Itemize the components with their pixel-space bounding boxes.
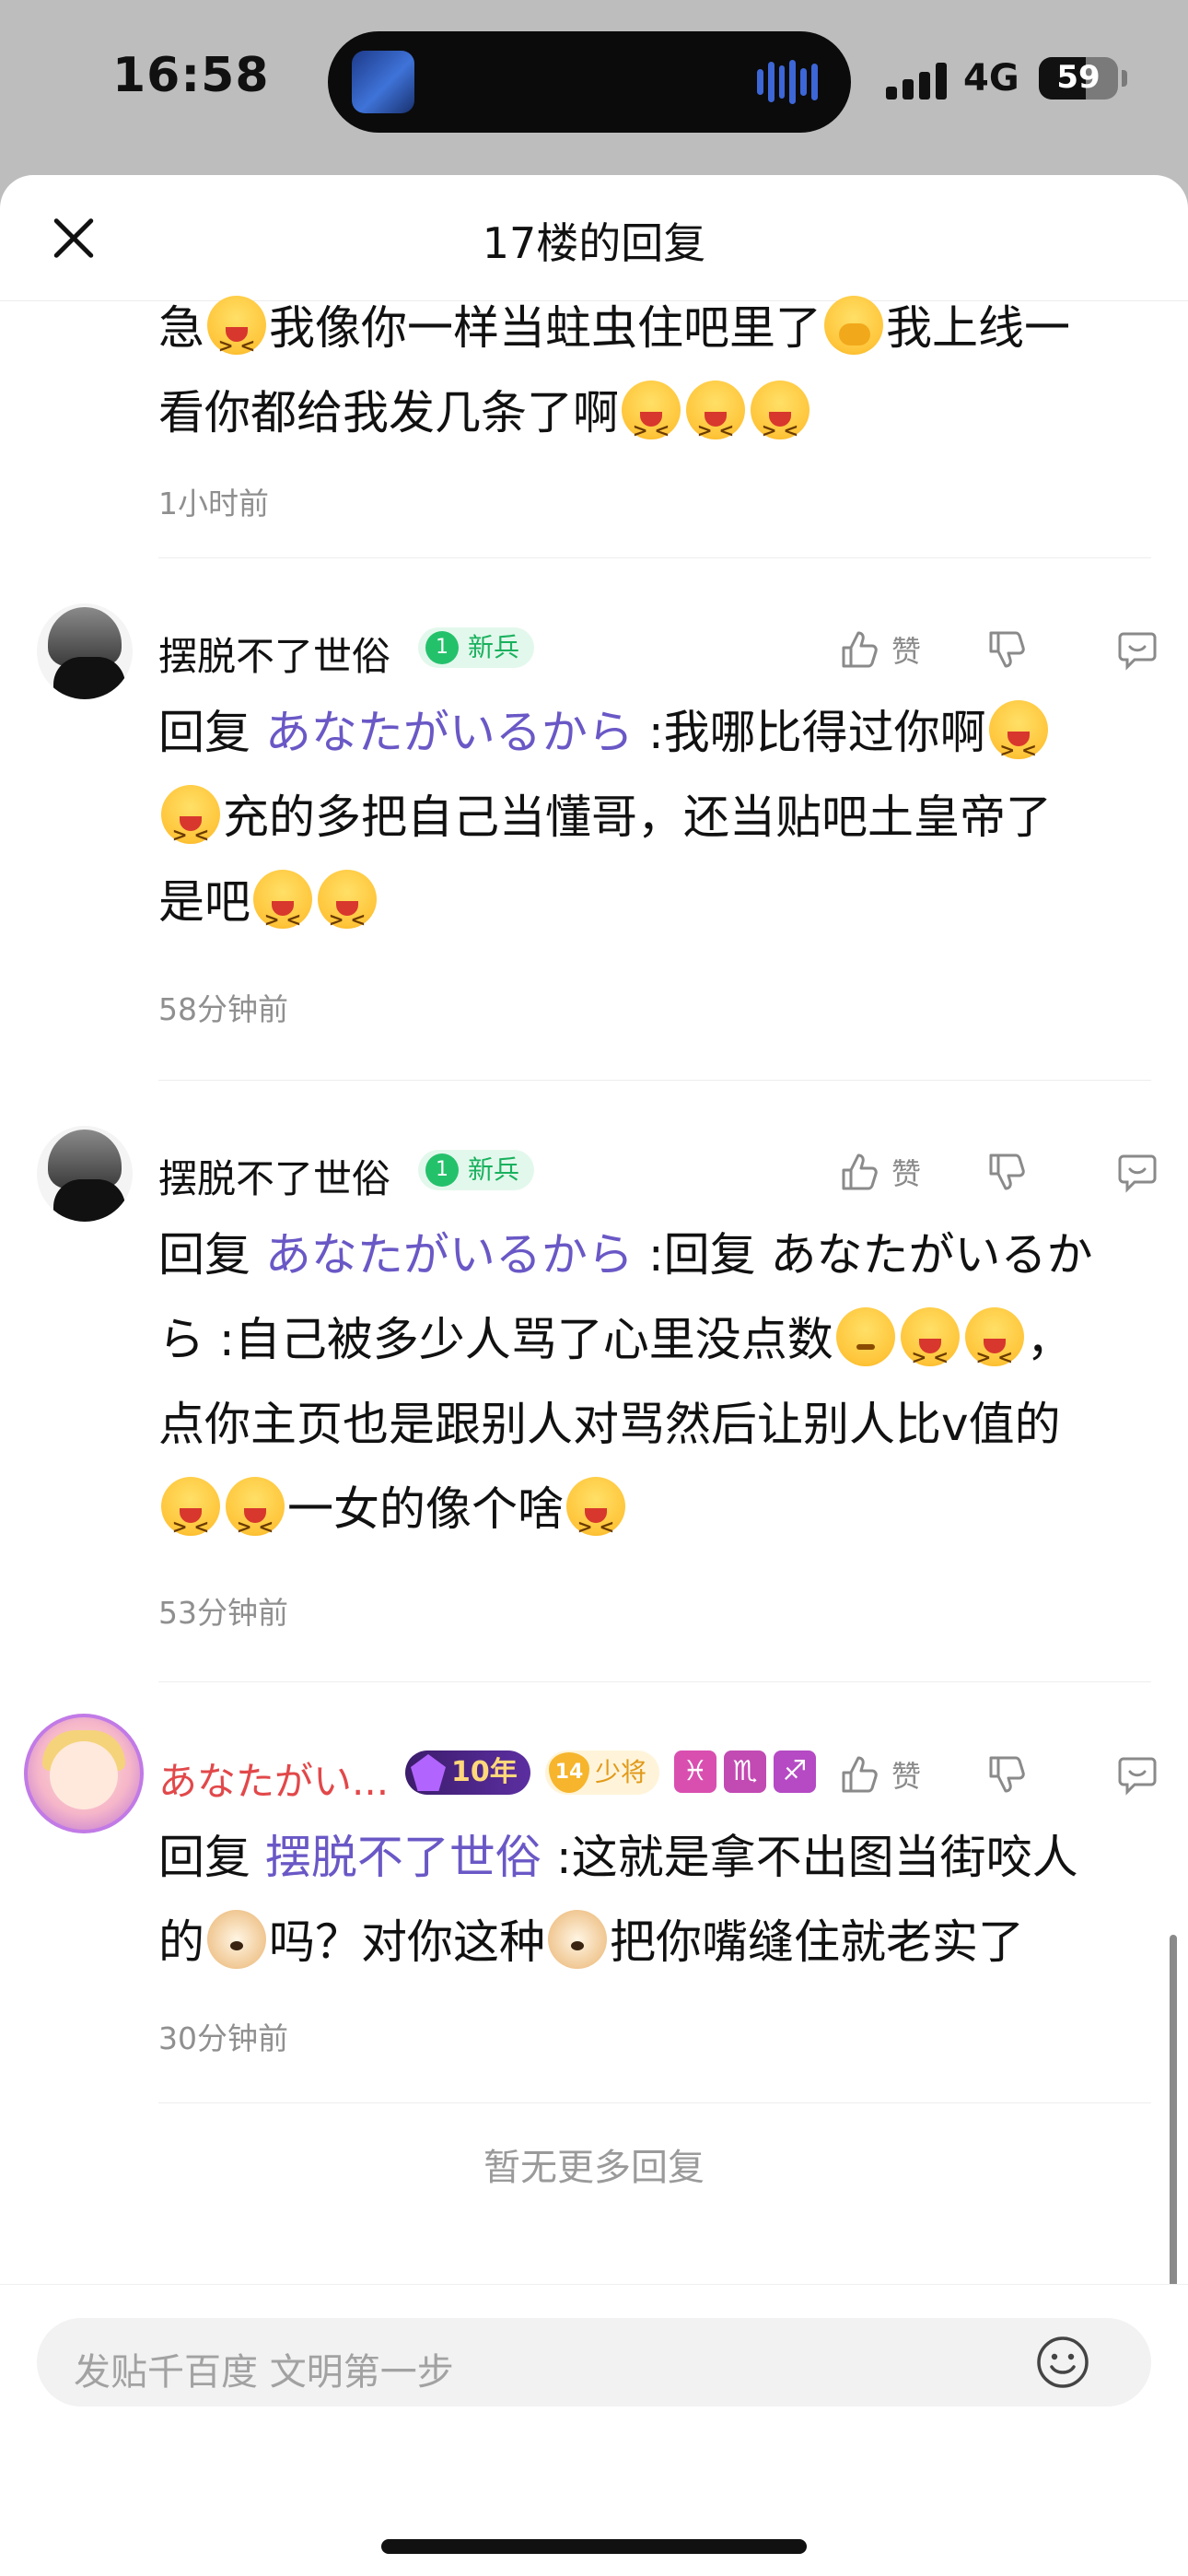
- comment-text: 回复 摆脱不了世俗 :这就是拿不出图当街咬人 的吗？对你这种 把你嘴缝住就老实了: [158, 1831, 1078, 1969]
- battery-percentage: 59: [1056, 59, 1101, 96]
- laugh-emoji-icon: [566, 1477, 625, 1569]
- avatar[interactable]: [37, 1126, 133, 1222]
- mention-link[interactable]: あなたがいるから: [265, 706, 634, 759]
- cover-mouth-emoji-icon: [824, 296, 883, 355]
- reply-icon: [1118, 1757, 1157, 1796]
- laugh-emoji-icon: [207, 296, 266, 388]
- scorpio-icon: ♏: [724, 1751, 766, 1793]
- laugh-emoji-icon: [161, 785, 220, 877]
- dislike-icon: [989, 631, 1025, 668]
- reply-icon: [1118, 1154, 1157, 1193]
- reply-icon: [1118, 632, 1157, 671]
- level-diamond-icon: 1: [425, 631, 459, 664]
- avatar[interactable]: [24, 1714, 144, 1833]
- battery-icon: 59: [1039, 57, 1118, 100]
- scrollbar[interactable]: [1170, 1935, 1177, 2314]
- laugh-emoji-icon: [226, 1477, 285, 1569]
- username[interactable]: あなたがい...: [158, 1751, 389, 1807]
- level-badge[interactable]: 1 新兵: [418, 1150, 535, 1190]
- comment-actions: 赞: [838, 624, 1188, 675]
- dislike-icon: [989, 1756, 1025, 1793]
- divider: [158, 2102, 1151, 2103]
- reply-button[interactable]: [1114, 624, 1160, 675]
- like-button[interactable]: 赞: [838, 624, 921, 675]
- home-indicator[interactable]: [381, 2539, 807, 2554]
- comment-time: 58分钟前: [158, 991, 288, 1027]
- laugh-emoji-icon: [900, 1307, 960, 1399]
- comment-text: 回复 あなたがいるから :我哪比得过你啊 充的多把自己当懂哥，还当贴吧土皇帝了 …: [158, 690, 1135, 962]
- gem-icon: [411, 1754, 446, 1791]
- status-bar: 16:58 4G 59: [0, 0, 1188, 166]
- like-icon: [842, 631, 878, 668]
- comment-actions: 赞: [838, 1146, 1188, 1198]
- laugh-emoji-icon: [964, 1307, 1024, 1399]
- comment-time: 1小时前: [158, 486, 269, 521]
- laugh-emoji-icon: [318, 870, 377, 962]
- comment-time: 53分钟前: [158, 1595, 288, 1631]
- like-button[interactable]: 赞: [838, 1146, 921, 1198]
- laugh-emoji-icon: [686, 381, 745, 473]
- dislike-button[interactable]: [985, 1146, 1030, 1198]
- laugh-emoji-icon: [253, 870, 312, 962]
- pisces-icon: ♓: [674, 1751, 716, 1793]
- mention-link[interactable]: あなたがいるから: [265, 1228, 634, 1282]
- reply-button[interactable]: [1114, 1749, 1160, 1800]
- network-type: 4G: [963, 57, 1019, 100]
- level-badge[interactable]: 1 新兵: [418, 627, 535, 668]
- dislike-button[interactable]: [985, 1749, 1030, 1800]
- status-time: 16:58: [112, 48, 270, 103]
- rank-badge[interactable]: 14 少将: [545, 1751, 660, 1795]
- divider: [158, 1080, 1151, 1081]
- rank-shield-icon: 14: [549, 1752, 589, 1793]
- comment-text: 回复 あなたがいるから :回复 あなたがいるか ら :自己被多少人骂了心里没点数…: [158, 1212, 1135, 1569]
- dynamic-island[interactable]: [328, 31, 851, 133]
- username[interactable]: 摆脱不了世俗: [158, 1148, 390, 1204]
- no-more-replies: 暂无更多回复: [483, 2147, 705, 2189]
- emoji-icon[interactable]: [1035, 2335, 1090, 2390]
- dislike-icon: [989, 1153, 1025, 1190]
- divider: [158, 1681, 1151, 1682]
- like-button[interactable]: 赞: [838, 1749, 921, 1800]
- like-icon: [842, 1153, 878, 1190]
- avatar[interactable]: [37, 603, 133, 699]
- dog-emoji-icon: [207, 1910, 266, 1969]
- username[interactable]: 摆脱不了世俗: [158, 626, 390, 682]
- battery-tip: [1122, 70, 1127, 87]
- level-diamond-icon: 1: [425, 1153, 459, 1187]
- sheet-header: 17楼的回复: [0, 175, 1188, 301]
- reply-input[interactable]: 发贴千百度 文明第一步: [37, 2318, 1151, 2406]
- reply-sheet: 17楼的回复 急我像你一样当蛀虫住吧里了我上线一 看你都给我发几条了啊 1小时前…: [0, 175, 1188, 2576]
- signal-icon: [886, 61, 952, 100]
- laugh-emoji-icon: [751, 381, 809, 473]
- member-years-badge[interactable]: 10年: [405, 1751, 530, 1795]
- now-playing-artwork-icon: [352, 51, 414, 113]
- divider: [158, 557, 1151, 558]
- laugh-emoji-icon: [622, 381, 681, 473]
- pleading-emoji-icon: [835, 1307, 895, 1366]
- mention-link[interactable]: 摆脱不了世俗: [265, 1831, 542, 1884]
- laugh-emoji-icon: [161, 1477, 220, 1569]
- sagittarius-icon: ♐: [774, 1751, 816, 1793]
- dog-emoji-icon: [548, 1910, 607, 1969]
- like-icon: [842, 1756, 878, 1793]
- reply-input-bar: 发贴千百度 文明第一步: [0, 2284, 1188, 2576]
- comment-text: 急我像你一样当蛀虫住吧里了我上线一 看你都给我发几条了啊: [158, 286, 1135, 473]
- reply-button[interactable]: [1114, 1146, 1160, 1198]
- sheet-title: 17楼的回复: [482, 218, 706, 268]
- comment-actions: 赞: [838, 1749, 1188, 1800]
- laugh-emoji-icon: [988, 700, 1048, 792]
- reply-input-placeholder: 发贴千百度 文明第一步: [74, 2351, 454, 2394]
- comment-time: 30分钟前: [158, 2020, 288, 2056]
- dislike-button[interactable]: [985, 624, 1030, 675]
- audio-waveform-icon: [757, 59, 818, 105]
